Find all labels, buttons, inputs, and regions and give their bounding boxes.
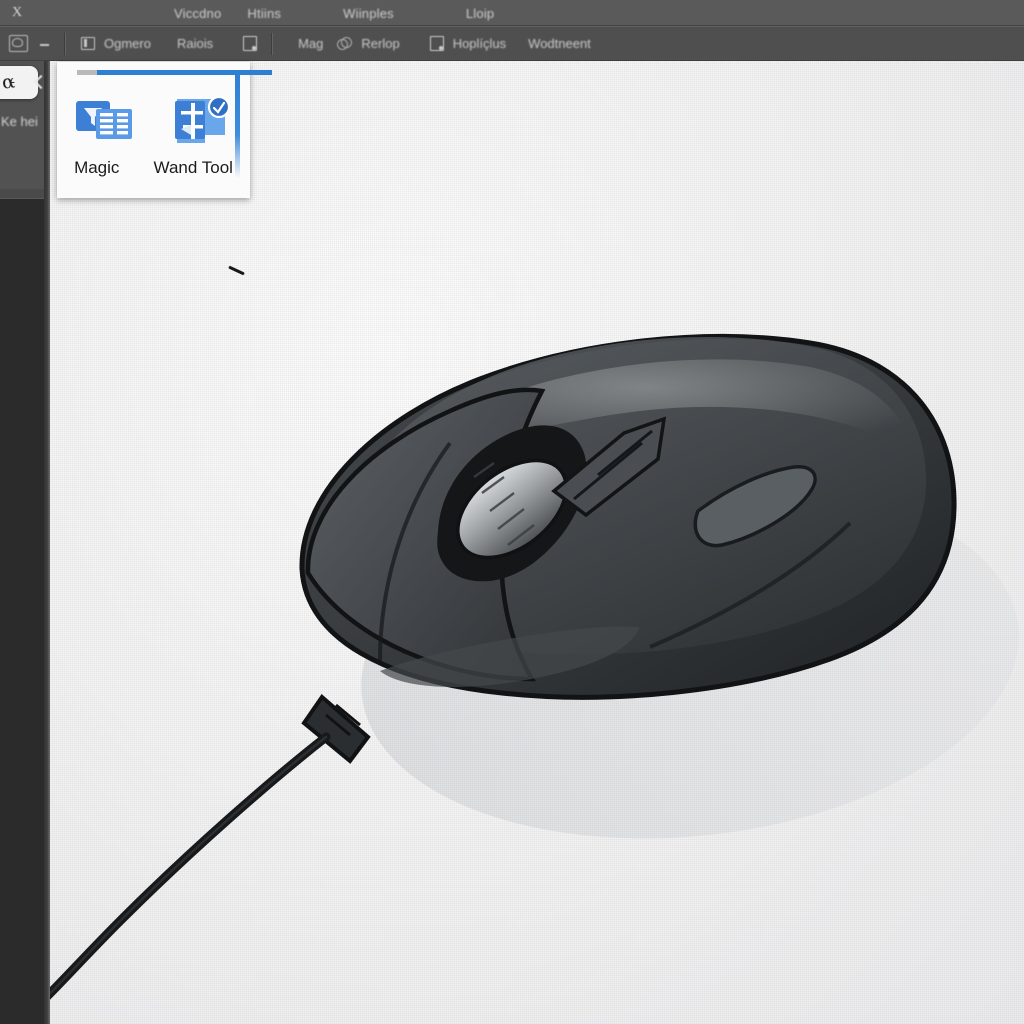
option-label-1: Raiois — [176, 36, 214, 51]
document-icon — [429, 36, 444, 51]
option-label-6: Wodtneent — [528, 36, 591, 51]
panel-progress-stub — [77, 70, 99, 75]
filter-list-icon[interactable] — [72, 91, 138, 153]
toolbar-lower-section — [0, 198, 45, 1024]
image-icon — [243, 36, 258, 51]
panel-label-row: Magic Wand Tool — [57, 158, 250, 178]
option-group-mag[interactable]: Mag Rerlop — [272, 26, 400, 61]
left-toolbar — [0, 61, 45, 1024]
tool-flyout-panel[interactable]: Magic Wand Tool — [57, 62, 272, 198]
menu-item-0[interactable]: Viccdno — [164, 6, 231, 21]
option-label-0: Ogmero — [104, 36, 151, 51]
wand-badge-icon[interactable] — [169, 91, 235, 153]
menu-item-1[interactable]: Htiins — [237, 6, 291, 21]
option-group-wod[interactable]: Wodtneent — [506, 26, 591, 61]
option-group-hopl[interactable]: Hoplíçlus — [400, 26, 506, 61]
panel-accent-bar — [97, 70, 272, 75]
option-group-ratio[interactable]: Raiois — [151, 26, 213, 61]
chevron-down-icon[interactable] — [40, 39, 50, 49]
chevron-left-icon[interactable] — [36, 76, 47, 87]
app-logo-icon: X — [11, 5, 23, 20]
option-label-3: Mag — [298, 36, 324, 51]
active-tool-badge[interactable]: α̵ — [0, 66, 38, 99]
canvas-area[interactable] — [50, 61, 1024, 1024]
menu-item-3[interactable]: Lloip — [456, 6, 504, 21]
tool-options-bar: Ogmero Raiois Mag Rerlop Hoplíçlus Wodtn… — [0, 26, 1024, 61]
panel-item-label-1[interactable]: Wand Tool — [154, 158, 233, 178]
panel-icon-row — [57, 86, 250, 158]
menu-item-2[interactable]: Wiinples — [333, 6, 404, 21]
option-label-5: Hoplíçlus — [452, 36, 507, 51]
magic-wand-icon: α̵ — [0, 70, 16, 94]
mouse-cable — [50, 732, 331, 1000]
application-window: X Viccdno Htiins Wiinples Lloip Ogmero R… — [0, 0, 1024, 1024]
option-group-image[interactable] — [213, 26, 258, 61]
selection-tool-icon[interactable] — [9, 35, 28, 52]
option-label-4: Rerlop — [361, 36, 400, 51]
rings-icon — [337, 37, 353, 50]
toolbar-label: Ke hei — [1, 114, 38, 129]
panel-item-label-0[interactable]: Magic — [74, 158, 119, 178]
layers-icon — [81, 37, 95, 50]
option-group-layers[interactable]: Ogmero — [65, 26, 151, 61]
cable-highlight — [50, 735, 328, 996]
menu-bar: X Viccdno Htiins Wiinples Lloip — [0, 0, 1024, 26]
computer-mouse-illustration — [50, 333, 1019, 1000]
